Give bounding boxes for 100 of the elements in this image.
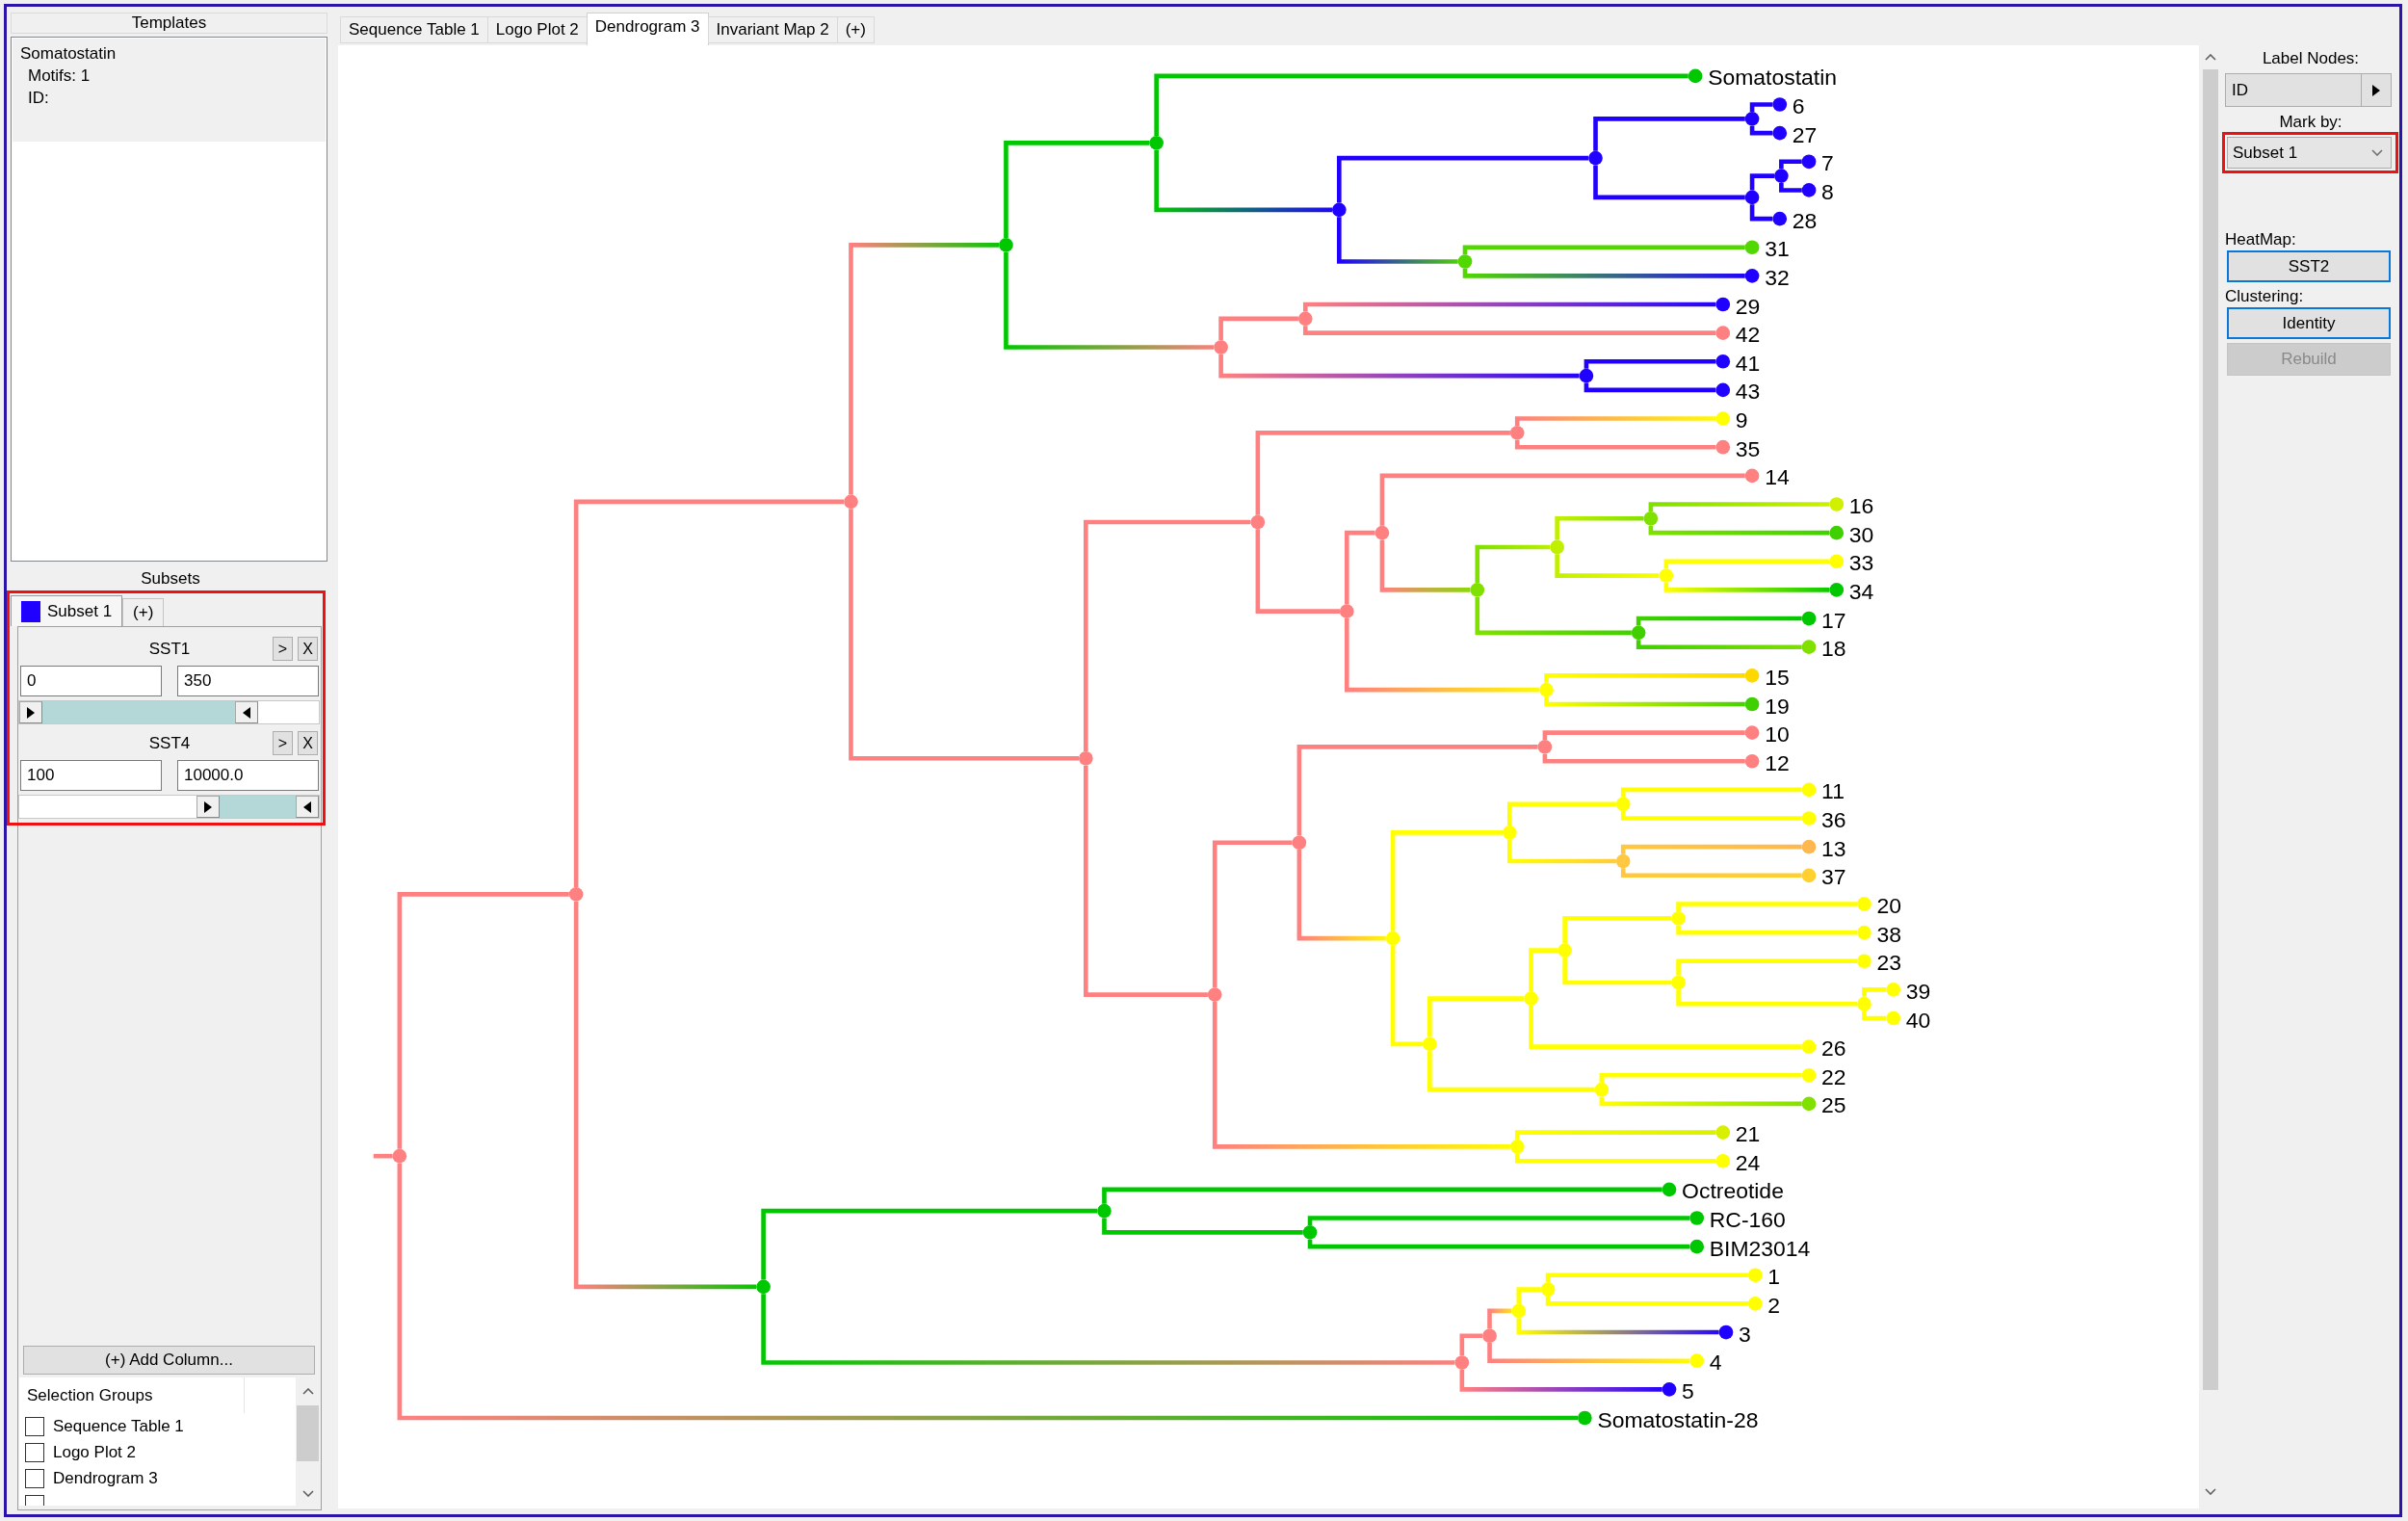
add-column-button[interactable]: (+) Add Column... — [23, 1346, 315, 1375]
column-header: Selection Groups — [19, 1377, 245, 1413]
slider-handle[interactable] — [235, 701, 259, 723]
slider-handle[interactable] — [196, 796, 220, 818]
triangle-right-icon — [27, 706, 36, 719]
leaf-label: 3 — [1739, 1321, 1751, 1347]
filter-label: SST4 — [147, 733, 192, 753]
leaf-label: 33 — [1848, 550, 1874, 576]
label-nodes-value[interactable]: ID — [2225, 73, 2362, 107]
tree-branch — [1749, 102, 1773, 112]
chevron-down-icon — [2205, 1487, 2216, 1495]
min-field[interactable]: 0 — [20, 666, 162, 696]
remove-button[interactable]: X — [298, 637, 318, 661]
checkbox-label[interactable]: Logo Plot 2 — [53, 1442, 136, 1462]
checkbox[interactable] — [25, 1442, 44, 1462]
scrollbar-thumb[interactable] — [2203, 69, 2218, 1390]
leaf-label: 21 — [1735, 1121, 1761, 1147]
scrollbar-thumb[interactable] — [297, 1405, 319, 1461]
max-field[interactable]: 350 — [177, 666, 319, 696]
clustering-button[interactable]: Identity — [2227, 307, 2391, 339]
checkbox-label[interactable]: Dendrogram 3 — [53, 1468, 158, 1488]
checkbox[interactable] — [25, 1468, 44, 1488]
field-label: Clustering: — [2224, 286, 2304, 307]
leaf-label: 36 — [1821, 807, 1846, 833]
expand-button[interactable]: > — [273, 637, 293, 661]
leaf-label: 17 — [1821, 607, 1846, 633]
expand-button[interactable] — [2362, 73, 2392, 107]
template-item[interactable]: Somatostatin Motifs: 1 ID: — [13, 39, 326, 142]
tree-branch — [1779, 182, 1802, 193]
tree-branch — [1529, 948, 1558, 992]
chevron-down-icon — [301, 1489, 314, 1497]
leaf-label: 31 — [1765, 236, 1790, 262]
slider-handle[interactable] — [19, 701, 43, 723]
chevron-up-icon — [301, 1388, 314, 1395]
leaf-label: 18 — [1821, 636, 1846, 662]
tree-branch — [1749, 204, 1773, 222]
panel-title: Templates — [11, 13, 327, 34]
chevron-up-icon — [2205, 54, 2216, 61]
tree-branch — [1749, 125, 1773, 136]
min-field[interactable]: 100 — [20, 760, 162, 791]
leaf-label: 2 — [1767, 1293, 1781, 1318]
leaf-label: 28 — [1792, 207, 1818, 233]
leaf-label: 5 — [1682, 1377, 1694, 1403]
tree-branch — [1862, 987, 1887, 997]
tree-branch — [1749, 173, 1775, 191]
leaf-label: 16 — [1848, 493, 1874, 519]
leaf-label: 34 — [1848, 578, 1874, 604]
range-slider-track[interactable] — [18, 700, 320, 724]
tab[interactable]: (+) — [836, 16, 875, 43]
checkbox[interactable] — [25, 1416, 44, 1436]
heatmap-button[interactable]: SST2 — [2227, 250, 2391, 282]
field-label: Label Nodes: — [2261, 48, 2361, 69]
template-name: Somatostatin — [20, 44, 117, 64]
template-detail: ID: — [27, 89, 49, 108]
leaf-label: 30 — [1848, 521, 1874, 547]
leaf-label: 13 — [1821, 835, 1846, 861]
leaf-label: 20 — [1876, 893, 1901, 918]
leaf-label: 26 — [1821, 1036, 1846, 1062]
panel-title: Subsets — [140, 568, 201, 590]
leaf-label: Somatostatin-28 — [1597, 1406, 1759, 1432]
field-label: Mark by: — [2278, 113, 2343, 132]
tree-branch — [1779, 159, 1802, 170]
leaf-label: 41 — [1735, 350, 1761, 376]
field-label: HeatMap: — [2224, 229, 2296, 250]
leaf-label: 1 — [1767, 1264, 1781, 1290]
tree-branch — [1862, 1010, 1887, 1021]
leaf-label: BIM23014 — [1709, 1235, 1811, 1261]
subset-tab[interactable]: (+) — [122, 598, 165, 626]
chevron-down-icon — [2371, 149, 2383, 156]
leaf-label: RC-160 — [1709, 1207, 1786, 1233]
expand-button[interactable]: > — [273, 731, 293, 755]
subset-tab[interactable]: Subset 1 — [11, 595, 123, 626]
max-field[interactable]: 10000.0 — [177, 760, 319, 791]
leaf-label: 24 — [1735, 1149, 1761, 1175]
leaf-label: 38 — [1876, 921, 1901, 947]
tab[interactable]: Invariant Map 2 — [707, 16, 838, 43]
slider-handle[interactable] — [295, 796, 319, 818]
leaf-label: Somatostatin — [1708, 65, 1838, 91]
leaf-label: 23 — [1876, 950, 1901, 976]
tab[interactable]: Sequence Table 1 — [340, 16, 488, 43]
checkbox-label[interactable]: Sequence Table 1 — [53, 1416, 184, 1436]
leaf-label: Octreotide — [1682, 1178, 1784, 1204]
leaf-label: 40 — [1905, 1007, 1931, 1033]
tab[interactable]: Dendrogram 3 — [586, 13, 709, 45]
template-detail: Motifs: 1 — [27, 66, 91, 86]
leaf-label: 32 — [1765, 264, 1790, 290]
leaf-label: 22 — [1821, 1063, 1846, 1089]
leaf-label: 14 — [1765, 464, 1790, 490]
leaf-label: 4 — [1709, 1350, 1722, 1376]
range-slider-track[interactable] — [18, 795, 320, 819]
leaf-label: 35 — [1735, 435, 1761, 461]
leaf-label: 27 — [1792, 121, 1818, 147]
remove-button[interactable]: X — [298, 731, 318, 755]
leaf-label: 37 — [1821, 864, 1846, 890]
leaf-label: 25 — [1821, 1092, 1846, 1118]
triangle-left-icon — [302, 800, 311, 813]
mark-by-dropdown[interactable]: Subset 1 — [2227, 137, 2392, 169]
leaf-label: 42 — [1735, 322, 1761, 348]
triangle-right-icon — [2372, 84, 2380, 96]
tab[interactable]: Logo Plot 2 — [486, 16, 588, 43]
